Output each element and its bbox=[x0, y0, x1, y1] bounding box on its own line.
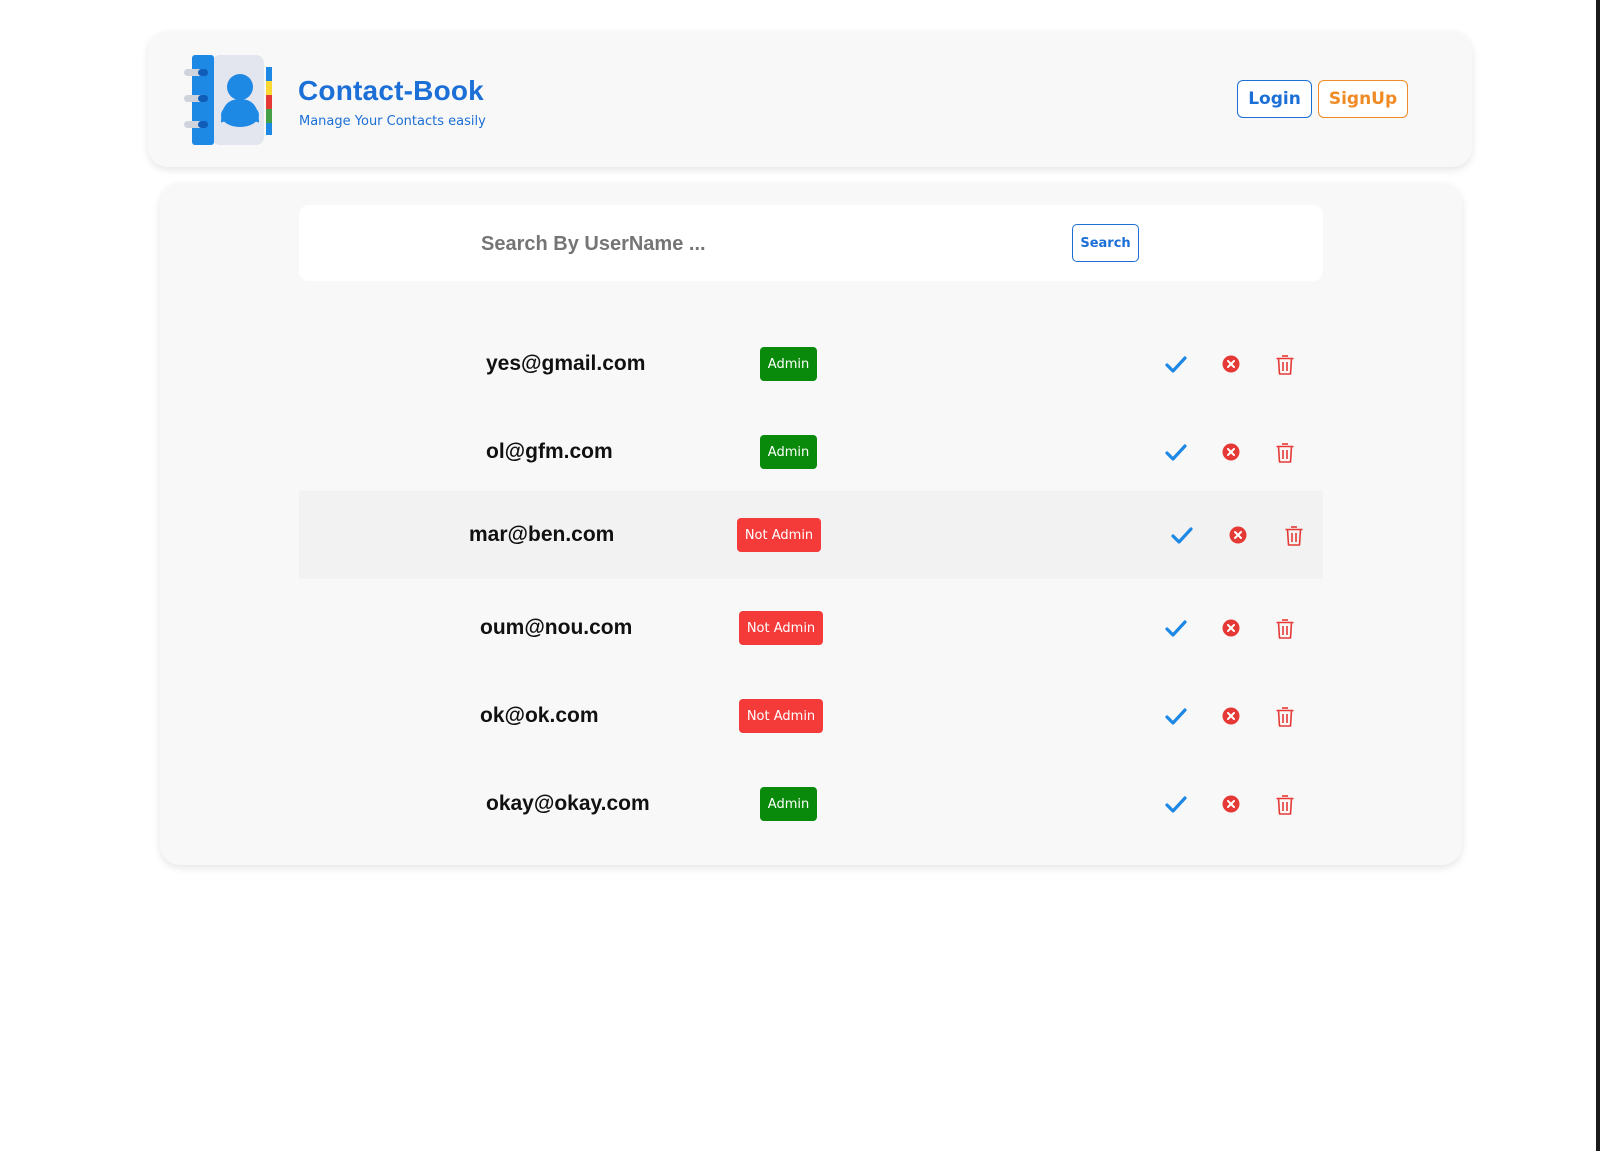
user-row: mar@ben.com Not Admin bbox=[299, 491, 1323, 579]
check-icon[interactable] bbox=[1170, 523, 1194, 547]
close-circle-icon[interactable] bbox=[1219, 352, 1243, 376]
contact-book-icon bbox=[182, 53, 274, 145]
user-email: mar@ben.com bbox=[469, 523, 615, 546]
close-circle-icon[interactable] bbox=[1219, 792, 1243, 816]
check-icon[interactable] bbox=[1164, 704, 1188, 728]
user-row: yes@gmail.com Admin bbox=[299, 320, 1323, 408]
user-email: yes@gmail.com bbox=[486, 352, 646, 375]
check-icon[interactable] bbox=[1164, 792, 1188, 816]
users-panel: Search yes@gmail.com Admin ol@gfm.com Ad… bbox=[160, 183, 1462, 865]
trash-icon[interactable] bbox=[1273, 616, 1297, 640]
app-header: Contact-Book Manage Your Contacts easily… bbox=[148, 31, 1472, 167]
window-edge bbox=[1596, 0, 1600, 1151]
user-email: oum@nou.com bbox=[480, 616, 633, 639]
app-title: Contact-Book bbox=[298, 75, 484, 106]
close-circle-icon[interactable] bbox=[1226, 523, 1250, 547]
trash-icon[interactable] bbox=[1273, 352, 1297, 376]
role-badge: Not Admin bbox=[739, 699, 823, 733]
user-row: ok@ok.com Not Admin bbox=[299, 672, 1323, 760]
role-badge: Not Admin bbox=[739, 611, 823, 645]
close-circle-icon[interactable] bbox=[1219, 616, 1243, 640]
role-badge: Admin bbox=[760, 435, 817, 469]
search-input[interactable] bbox=[479, 225, 1003, 263]
app-subtitle: Manage Your Contacts easily bbox=[299, 114, 486, 129]
role-badge: Admin bbox=[760, 347, 817, 381]
trash-icon[interactable] bbox=[1273, 792, 1297, 816]
user-email: ok@ok.com bbox=[480, 704, 599, 727]
user-email: ol@gfm.com bbox=[486, 440, 613, 463]
role-badge: Admin bbox=[760, 787, 817, 821]
trash-icon[interactable] bbox=[1282, 523, 1306, 547]
trash-icon[interactable] bbox=[1273, 704, 1297, 728]
user-row: oum@nou.com Not Admin bbox=[299, 584, 1323, 672]
trash-icon[interactable] bbox=[1273, 440, 1297, 464]
search-bar: Search bbox=[299, 205, 1323, 281]
check-icon[interactable] bbox=[1164, 352, 1188, 376]
login-button[interactable]: Login bbox=[1237, 80, 1312, 118]
user-email: okay@okay.com bbox=[486, 792, 650, 815]
signup-button[interactable]: SignUp bbox=[1318, 80, 1408, 118]
check-icon[interactable] bbox=[1164, 440, 1188, 464]
check-icon[interactable] bbox=[1164, 616, 1188, 640]
user-row: okay@okay.com Admin bbox=[299, 760, 1323, 848]
search-button[interactable]: Search bbox=[1072, 224, 1139, 262]
close-circle-icon[interactable] bbox=[1219, 440, 1243, 464]
role-badge: Not Admin bbox=[737, 518, 821, 552]
close-circle-icon[interactable] bbox=[1219, 704, 1243, 728]
user-row: ol@gfm.com Admin bbox=[299, 408, 1323, 496]
